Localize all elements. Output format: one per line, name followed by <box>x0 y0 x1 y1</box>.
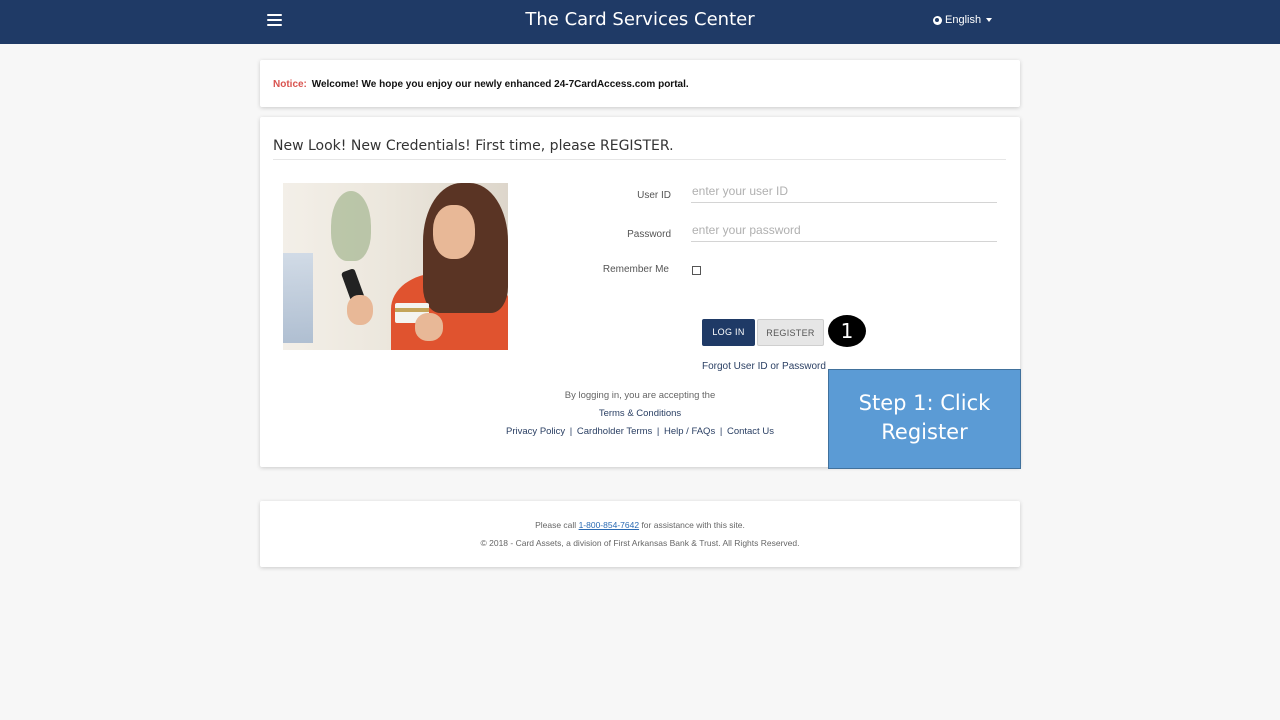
globe-icon <box>933 15 942 25</box>
cardholder-terms-link[interactable]: Cardholder Terms <box>577 426 652 437</box>
call-suffix: for assistance with this site. <box>641 520 745 530</box>
site-title: The Card Services Center <box>525 9 755 30</box>
notice-text: Notice: Welcome! We hope you enjoy our n… <box>273 79 689 90</box>
register-button[interactable]: REGISTER <box>757 319 824 346</box>
call-prefix: Please call <box>535 520 577 530</box>
user-id-input[interactable] <box>691 179 997 203</box>
remember-me-checkbox[interactable] <box>692 266 701 275</box>
password-label: Password <box>627 229 671 240</box>
copyright-text: © 2018 - Card Assets, a division of Firs… <box>480 538 800 548</box>
promo-photo <box>283 183 508 350</box>
step-number-badge: 1 <box>828 315 866 347</box>
login-button[interactable]: LOG IN <box>702 319 755 346</box>
link-separator: | <box>719 426 723 437</box>
login-heading: New Look! New Credentials! First time, p… <box>273 138 674 154</box>
language-selector[interactable]: English <box>933 14 993 26</box>
language-label: English <box>945 14 982 26</box>
notice-label: Notice: <box>273 79 307 90</box>
terms-link[interactable]: Terms & Conditions <box>599 408 681 419</box>
privacy-policy-link[interactable]: Privacy Policy <box>506 426 565 437</box>
callout-line-2: Register <box>881 420 968 444</box>
phone-link[interactable]: 1-800-854-7642 <box>579 520 640 530</box>
link-separator: | <box>656 426 660 437</box>
help-faqs-link[interactable]: Help / FAQs <box>664 426 715 437</box>
notice-banner: Notice: Welcome! We hope you enjoy our n… <box>260 60 1020 107</box>
forgot-credentials-link[interactable]: Forgot User ID or Password <box>702 361 826 372</box>
password-input[interactable] <box>691 218 997 242</box>
assistance-text: Please call 1-800-854-7642 for assistanc… <box>260 520 1020 530</box>
callout-line-1: Step 1: Click <box>858 391 991 415</box>
user-id-label: User ID <box>637 190 671 201</box>
footer: Please call 1-800-854-7642 for assistanc… <box>260 501 1020 567</box>
top-navbar: The Card Services Center English <box>0 0 1280 44</box>
divider <box>273 159 1006 160</box>
contact-us-link[interactable]: Contact Us <box>727 426 774 437</box>
notice-message: Welcome! We hope you enjoy our newly enh… <box>311 79 689 90</box>
step-callout: Step 1: Click Register <box>828 369 1021 469</box>
caret-down-icon <box>986 18 993 22</box>
link-separator: | <box>569 426 573 437</box>
remember-me-label: Remember Me <box>602 264 669 275</box>
